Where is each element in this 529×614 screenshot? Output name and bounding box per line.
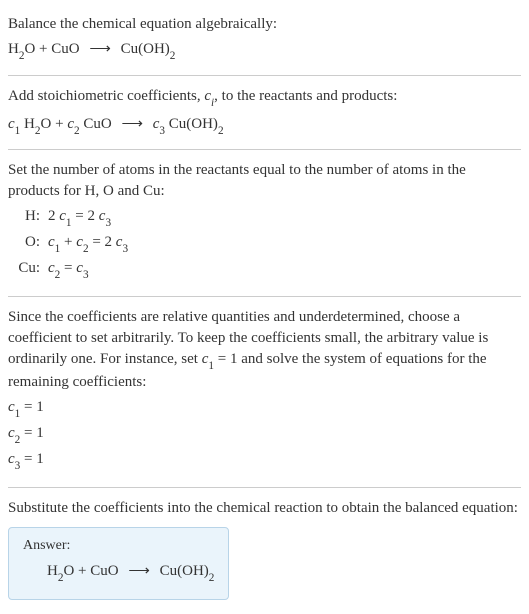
h2-sub: 2 (35, 125, 41, 137)
atom-eq-h: 2 c1 = 2 c3 (48, 206, 111, 230)
cl2-c: c (8, 425, 15, 441)
ans-cuoh: Cu(OH) (160, 563, 209, 579)
cl2-s: 2 (15, 434, 21, 446)
h-2a: 2 (48, 208, 59, 224)
cu-c3: c (76, 260, 83, 276)
section-balance-intro: Balance the chemical equation algebraica… (8, 4, 521, 76)
cu-c3s: 3 (83, 269, 89, 281)
arrow-icon: ⟶ (128, 563, 150, 579)
o-c2s: 2 (83, 243, 89, 255)
cl1-v: = 1 (20, 399, 43, 415)
answer-intro: Substitute the coefficients into the che… (8, 498, 521, 519)
eq-o-cuo: O + CuO (24, 41, 79, 57)
atom-eq-cu: c2 = c3 (48, 258, 89, 282)
o-c2: c (76, 234, 83, 250)
section-solve: Since the coefficients are relative quan… (8, 297, 521, 488)
c1: c (8, 116, 15, 132)
atom-label-cu: Cu: (14, 258, 40, 279)
cl3-s: 3 (15, 460, 21, 472)
solve-intro: Since the coefficients are relative quan… (8, 307, 521, 394)
cl2-v: = 1 (20, 425, 43, 441)
atom-intro: Set the number of atoms in the reactants… (8, 160, 521, 202)
coef-line-3: c3 = 1 (8, 449, 521, 473)
section-atom-count: Set the number of atoms in the reactants… (8, 150, 521, 296)
ans-cuoh-sub: 2 (209, 572, 215, 584)
atom-label-h: H: (14, 206, 40, 227)
atom-eq-o: c1 + c2 = 2 c3 (48, 232, 128, 256)
coef-line-2: c2 = 1 (8, 423, 521, 447)
c3-sub: 3 (159, 125, 165, 137)
o-plus: O + (41, 116, 68, 132)
intro-text: Balance the chemical equation algebraica… (8, 14, 521, 35)
answer-box: Answer: H2O + CuO ⟶ Cu(OH)2 (8, 527, 229, 600)
arrow-icon: ⟶ (89, 41, 111, 57)
stoich-intro-b: , to the reactants and products: (214, 88, 397, 104)
c2-sub: 2 (74, 125, 80, 137)
eq-cuoh: Cu(OH) (121, 41, 170, 57)
cu-mid: = (60, 260, 76, 276)
stoich-intro-a: Add stoichiometric coefficients, (8, 88, 204, 104)
ans-h2o: H (47, 563, 58, 579)
c2: c (67, 116, 74, 132)
coefficient-list: c1 = 1 c2 = 1 c3 = 1 (8, 397, 521, 472)
unbalanced-equation: H2O + CuO ⟶ Cu(OH)2 (8, 39, 521, 63)
var-i: i (211, 97, 214, 109)
atom-label-o: O: (14, 232, 40, 253)
cl3-v: = 1 (20, 451, 43, 467)
ans-h2o-sub: 2 (58, 572, 64, 584)
h-mid: = 2 (72, 208, 99, 224)
cuoh-sub: 2 (218, 125, 224, 137)
atom-row-o: O: c1 + c2 = 2 c3 (14, 232, 521, 256)
atom-row-cu: Cu: c2 = c3 (14, 258, 521, 282)
var-c: c (204, 88, 211, 104)
ans-o-cuo: O + CuO (63, 563, 118, 579)
eq-h2o: H (8, 41, 19, 57)
cu-c2: c (48, 260, 55, 276)
eq-cuoh-sub: 2 (170, 50, 176, 62)
h-c1: c (59, 208, 66, 224)
solve-c1s: 1 (208, 360, 214, 372)
atom-table: H: 2 c1 = 2 c3 O: c1 + c2 = 2 c3 Cu: c2 … (14, 206, 521, 281)
section-answer: Substitute the coefficients into the che… (8, 488, 521, 610)
o-plus: + (60, 234, 76, 250)
stoich-intro: Add stoichiometric coefficients, ci, to … (8, 86, 521, 110)
answer-label: Answer: (23, 536, 214, 556)
h2o-part: H (20, 116, 35, 132)
eq-h2o-sub: 2 (19, 50, 25, 62)
o-c1: c (48, 234, 55, 250)
section-stoichiometric: Add stoichiometric coefficients, ci, to … (8, 76, 521, 151)
o-c3s: 3 (122, 243, 128, 255)
cu-c2s: 2 (55, 269, 61, 281)
cuoh-part: Cu(OH) (165, 116, 218, 132)
cl1-s: 1 (15, 408, 21, 420)
o-c1s: 1 (55, 243, 61, 255)
balanced-equation: H2O + CuO ⟶ Cu(OH)2 (23, 561, 214, 585)
h-c1s: 1 (66, 217, 72, 229)
h-c3s: 3 (105, 217, 111, 229)
cl1-c: c (8, 399, 15, 415)
cuo-part: CuO (80, 116, 112, 132)
atom-row-h: H: 2 c1 = 2 c3 (14, 206, 521, 230)
arrow-icon: ⟶ (121, 116, 143, 132)
o-mid: = 2 (89, 234, 116, 250)
coef-line-1: c1 = 1 (8, 397, 521, 421)
cl3-c: c (8, 451, 15, 467)
stoich-equation: c1 H2O + c2 CuO ⟶ c3 Cu(OH)2 (8, 114, 521, 138)
c1-sub: 1 (15, 125, 21, 137)
